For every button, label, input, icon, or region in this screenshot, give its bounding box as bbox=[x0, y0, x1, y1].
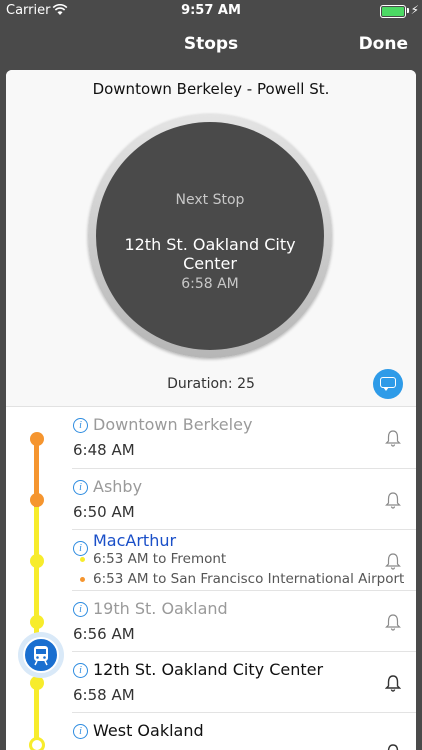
stop-row[interactable]: i 19th St. Oakland 6:56 AM bbox=[72, 590, 416, 652]
stop-time: 6:50 AM bbox=[73, 503, 135, 521]
battery-icon bbox=[380, 5, 406, 18]
bell-icon[interactable] bbox=[385, 491, 401, 509]
stop-row[interactable]: i West Oakland bbox=[72, 712, 416, 750]
info-icon[interactable]: i bbox=[73, 724, 88, 739]
transfer-item: 6:53 AM to San Francisco International A… bbox=[80, 571, 405, 587]
stop-marker bbox=[30, 432, 44, 446]
stop-marker bbox=[30, 554, 44, 568]
route-title: Downtown Berkeley - Powell St. bbox=[92, 80, 330, 98]
battery-tip bbox=[407, 8, 409, 13]
stops-timeline: i Downtown Berkeley 6:48 AM i Ashby 6:50… bbox=[6, 407, 416, 750]
stop-name: Downtown Berkeley bbox=[93, 415, 253, 434]
trip-duration: Duration: 25 bbox=[167, 376, 255, 392]
info-icon[interactable]: i bbox=[73, 541, 88, 556]
train-glyph bbox=[34, 646, 48, 666]
chat-button[interactable] bbox=[373, 369, 403, 399]
transfer-line-dot bbox=[80, 557, 85, 562]
next-stop-name: 12th St. Oakland City Center bbox=[124, 235, 296, 273]
status-bar: Carrier 9:57 AM ⚡ bbox=[0, 0, 422, 22]
transfer-text: 6:53 AM to San Francisco International A… bbox=[93, 571, 405, 587]
stop-row[interactable]: i Downtown Berkeley 6:48 AM bbox=[72, 407, 416, 468]
next-stop-disc: Next Stop 12th St. Oakland City Center 6… bbox=[96, 122, 324, 350]
stop-time: 6:48 AM bbox=[73, 441, 135, 459]
stop-time: 6:58 AM bbox=[73, 686, 135, 704]
stop-name: Ashby bbox=[93, 477, 143, 496]
bell-icon[interactable] bbox=[385, 743, 401, 750]
bell-icon[interactable] bbox=[385, 613, 401, 631]
stop-marker bbox=[30, 615, 44, 629]
chat-icon-tail bbox=[383, 387, 389, 391]
transfer-line-dot bbox=[80, 577, 85, 582]
bell-icon[interactable] bbox=[385, 674, 401, 692]
stop-time: 6:56 AM bbox=[73, 625, 135, 643]
charging-icon: ⚡ bbox=[410, 3, 419, 17]
stop-name: 12th St. Oakland City Center bbox=[93, 660, 324, 679]
stop-name: 19th St. Oakland bbox=[93, 599, 228, 618]
navigation-bar: Stops Done bbox=[0, 22, 422, 66]
stop-marker bbox=[30, 676, 44, 690]
info-icon[interactable]: i bbox=[73, 602, 88, 617]
stop-row[interactable]: i Ashby 6:50 AM bbox=[72, 468, 416, 530]
stop-marker bbox=[30, 493, 44, 507]
stop-marker bbox=[29, 737, 45, 750]
stop-name[interactable]: MacArthur bbox=[93, 531, 176, 550]
trip-header: Downtown Berkeley - Powell St. Next Stop… bbox=[6, 70, 416, 407]
info-icon[interactable]: i bbox=[73, 418, 88, 433]
info-icon[interactable]: i bbox=[73, 663, 88, 678]
next-stop-time: 6:58 AM bbox=[181, 276, 239, 292]
stop-row[interactable]: i MacArthur 6:53 AM to Fremont 6:53 AM t… bbox=[72, 529, 416, 591]
bell-icon[interactable] bbox=[385, 552, 401, 570]
stop-row[interactable]: i 12th St. Oakland City Center 6:58 AM bbox=[72, 651, 416, 713]
transfer-text: 6:53 AM to Fremont bbox=[93, 551, 227, 567]
bell-icon[interactable] bbox=[385, 429, 401, 447]
next-stop-dial: Next Stop 12th St. Oakland City Center 6… bbox=[88, 114, 332, 358]
info-icon[interactable]: i bbox=[73, 480, 88, 495]
stops-card: Downtown Berkeley - Powell St. Next Stop… bbox=[6, 70, 416, 750]
train-icon bbox=[23, 637, 59, 673]
transfer-item: 6:53 AM to Fremont bbox=[80, 551, 227, 567]
done-button[interactable]: Done bbox=[359, 34, 408, 54]
status-time: 9:57 AM bbox=[181, 3, 241, 18]
stop-name: West Oakland bbox=[93, 721, 204, 740]
next-stop-label: Next Stop bbox=[175, 192, 245, 208]
